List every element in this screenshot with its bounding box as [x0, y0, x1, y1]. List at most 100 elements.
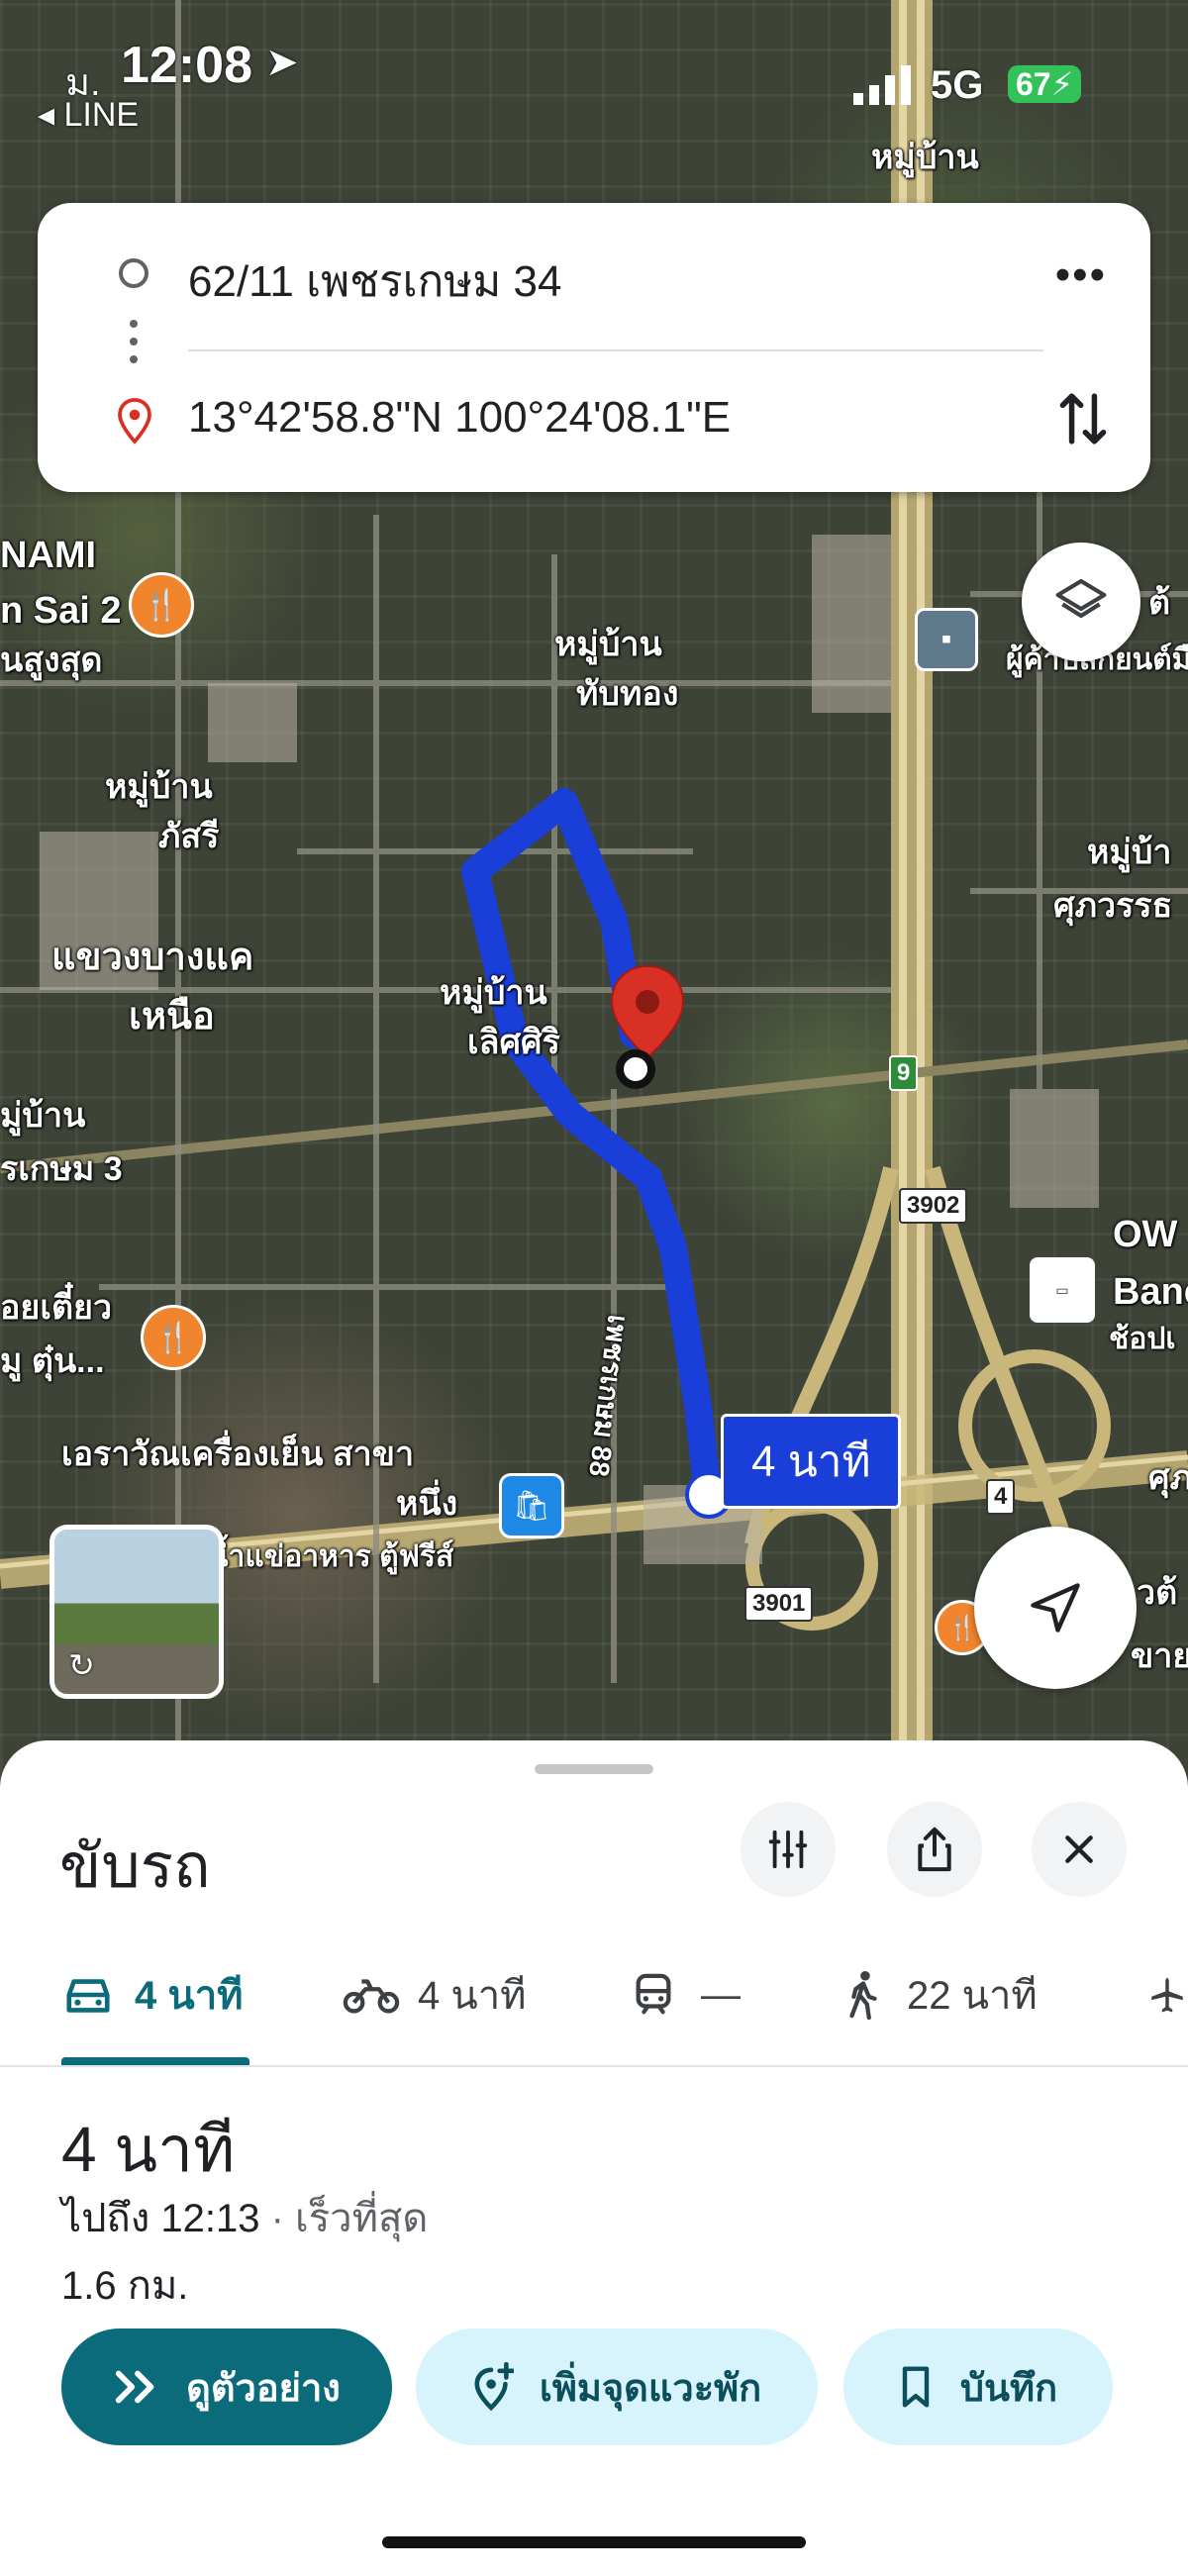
add-location-icon	[474, 2362, 514, 2412]
tab-transit-label: —	[701, 1972, 741, 2017]
airplane-icon	[1151, 1977, 1183, 2013]
share-button[interactable]	[887, 1802, 982, 1897]
map-label: หมู่บ้าน	[554, 626, 662, 663]
map-label: OW	[1113, 1214, 1178, 1255]
bookmark-icon	[902, 2366, 930, 2408]
map-label: ต้	[1148, 584, 1171, 622]
charging-icon: ⚡	[1050, 66, 1074, 102]
back-app-label: LINE	[63, 96, 140, 134]
map-label: วต้	[1137, 1574, 1178, 1612]
map-label: หมู่บ้าน	[440, 974, 547, 1012]
fastest-route-note: · เร็วที่สุด	[270, 2197, 429, 2240]
map-label: แขวงบางแค	[51, 937, 254, 978]
my-location-button[interactable]	[974, 1527, 1137, 1689]
map-label: นสูงสุด	[0, 642, 103, 679]
battery-indicator: 67⚡	[1008, 65, 1082, 103]
tab-flight[interactable]	[1146, 1965, 1188, 2025]
map-label: มู ตุ๋น...	[0, 1342, 105, 1380]
arrival-time: ไปถึง 12:13	[61, 2197, 260, 2240]
layers-button[interactable]	[1022, 543, 1140, 661]
tab-drive-label: 4 นาที	[135, 1974, 244, 2018]
origin-field[interactable]: 62/11 เพชรเกษม 34	[188, 247, 561, 316]
route-shield-9: 9	[889, 1055, 919, 1091]
destination-field[interactable]: 13°42'58.8"N 100°24'08.1"E	[188, 393, 731, 443]
drag-handle[interactable]	[535, 1764, 653, 1774]
walk-icon	[849, 1970, 877, 2020]
tab-drive[interactable]: 4 นาที	[63, 1965, 244, 2025]
store-poi-icon[interactable]: ▭	[1030, 1257, 1095, 1323]
duration-bubble[interactable]: 4 นาที	[721, 1414, 902, 1509]
save-label: บันทึก	[959, 2367, 1058, 2410]
map-label: n Sai 2	[0, 590, 122, 632]
street-view-thumbnail[interactable]: ↻	[50, 1525, 224, 1699]
route-end-marker	[616, 1049, 655, 1089]
more-vert-icon: •••	[1054, 250, 1107, 299]
add-stop-button[interactable]: เพิ่มจุดแวะพัก	[416, 2328, 818, 2445]
shopping-poi-icon[interactable]: 🛍	[499, 1473, 564, 1538]
tabs-divider	[0, 2065, 1188, 2067]
map-label: ภัสรี	[158, 818, 220, 855]
map-label: น้ำแข่อาหาร ตู้ฟรีส์	[208, 1540, 454, 1573]
map-label: หมู่บ้า	[1087, 834, 1172, 871]
restaurant-poi-icon[interactable]: 🍴	[129, 572, 194, 638]
map-label: ศุภวรรธ	[1053, 887, 1173, 925]
add-stop-label: เพิ่มจุดแวะพัก	[539, 2367, 762, 2410]
route-card: 62/11 เพชรเกษม 34 ••• 13°42'58.8"N 100°2…	[38, 203, 1150, 492]
double-chevron-right-icon	[116, 2370, 154, 2404]
transit-icon	[636, 1973, 671, 2015]
origin-circle-icon	[119, 258, 148, 288]
map-label: อยเตี๋ยว	[0, 1289, 113, 1327]
more-options-button[interactable]: •••	[1055, 250, 1107, 300]
map-label: ทับทอง	[576, 675, 679, 713]
rotate-360-icon: ↻	[68, 1647, 95, 1683]
tab-drive-indicator	[61, 2057, 249, 2065]
back-arrow-icon: ◂	[38, 96, 64, 134]
transit-stop-icon[interactable]: ▪	[915, 608, 978, 671]
map-label: Banc	[1113, 1271, 1188, 1313]
preview-button[interactable]: ดูตัวอย่าง	[61, 2328, 392, 2445]
layers-icon	[1055, 578, 1107, 619]
close-button[interactable]	[1032, 1802, 1127, 1897]
signal-icon	[853, 65, 913, 110]
close-icon	[1065, 1835, 1093, 1863]
tab-walk[interactable]: 22 นาที	[845, 1965, 1038, 2025]
map-label: เอราวัณเครื่องเย็น สาขา	[61, 1436, 415, 1473]
preview-label: ดูตัวอย่าง	[186, 2367, 341, 2410]
navigation-arrow-icon	[1031, 1583, 1080, 1633]
location-arrow-icon: ➤	[265, 41, 299, 84]
swap-button[interactable]	[1055, 387, 1111, 455]
route-distance: 1.6 กม.	[61, 2264, 189, 2308]
motorcycle-icon	[343, 1979, 400, 2014]
tune-icon	[768, 1830, 808, 1869]
map-label: เหนือ	[129, 996, 215, 1038]
tab-motorcycle-label: 4 นาที	[418, 1974, 527, 2018]
route-shield-3902: 3902	[899, 1188, 968, 1224]
save-button[interactable]: บันทึก	[843, 2328, 1113, 2445]
arrival-info: ไปถึง 12:13 · เร็วที่สุด	[61, 2186, 428, 2249]
route-shield-4: 4	[986, 1479, 1016, 1515]
map-label: เลิศศิริ	[467, 1024, 560, 1061]
network-type: 5G	[931, 63, 984, 107]
sheet-title: ขับรถ	[59, 1833, 211, 1901]
status-time: 12:08	[121, 37, 252, 94]
tab-transit[interactable]: —	[634, 1965, 741, 2025]
map-label: ศุภ	[1148, 1459, 1188, 1497]
back-to-app-link[interactable]: ◂ LINE	[38, 95, 139, 135]
restaurant-poi-icon[interactable]: 🍴	[141, 1305, 206, 1370]
map-label: หมู่บ้าน	[871, 139, 979, 176]
map-label: NAMI	[0, 535, 97, 576]
route-card-divider	[188, 349, 1043, 351]
destination-pin-small-icon	[117, 397, 152, 449]
route-dots-icon	[130, 320, 138, 363]
home-indicator[interactable]	[382, 2536, 806, 2548]
car-icon	[66, 1979, 110, 2013]
map-label: รเกษม 3	[0, 1150, 123, 1188]
route-duration: 4 นาที	[61, 2114, 236, 2185]
share-icon	[918, 1827, 951, 1872]
tab-motorcycle[interactable]: 4 นาที	[343, 1965, 527, 2025]
map-label: มู่บ้าน	[0, 1097, 86, 1135]
map-label: ช้อปเ	[1109, 1323, 1176, 1355]
route-options-button[interactable]	[741, 1802, 836, 1897]
route-shield-3901: 3901	[744, 1586, 814, 1622]
map-label: ขาย	[1131, 1637, 1188, 1675]
